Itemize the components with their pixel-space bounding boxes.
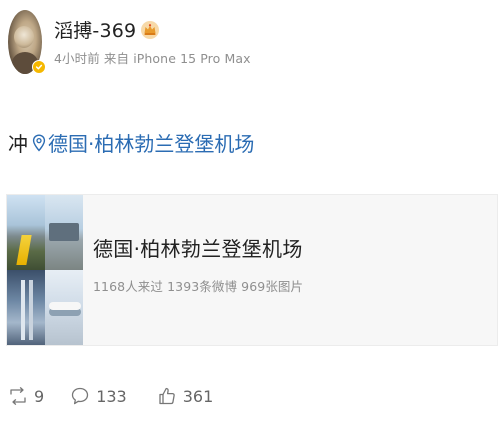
like-count: 361 — [182, 386, 214, 406]
location-pin-icon — [32, 133, 46, 151]
location-thumbnails — [7, 195, 83, 345]
repost-icon — [10, 387, 26, 405]
comment-count: 133 — [96, 386, 127, 406]
location-link-label: 德国·柏林勃兰登堡机场 — [48, 132, 255, 156]
post-timestamp-source: 4小时前 来自 iPhone 15 Pro Max — [54, 50, 251, 66]
post-text: 冲 — [8, 132, 28, 156]
like-button[interactable]: 361 — [157, 386, 214, 406]
repost-count: 9 — [34, 386, 45, 406]
username[interactable]: 滔搏-369 — [54, 16, 136, 43]
repost-button[interactable]: 9 — [8, 386, 44, 406]
location-link[interactable]: 德国·柏林勃兰登堡机场 — [32, 128, 254, 157]
verified-badge-icon — [32, 60, 46, 74]
like-icon — [159, 387, 175, 405]
thumbnail-aircraft — [45, 270, 83, 345]
location-card[interactable]: 德国·柏林勃兰登堡机场 1168人来过 1393条微博 969张图片 — [6, 194, 498, 346]
comment-icon — [72, 387, 89, 405]
thumbnail-terminal-aerial — [45, 195, 83, 270]
name-row: 滔搏-369 — [54, 16, 251, 44]
post-meta: 滔搏-369 4小时前 来自 iPhone 15 Pro Max — [54, 16, 251, 67]
location-card-title: 德国·柏林勃兰登堡机场 — [93, 237, 303, 261]
location-card-info: 德国·柏林勃兰登堡机场 1168人来过 1393条微博 969张图片 — [83, 195, 303, 345]
location-card-stats: 1168人来过 1393条微博 969张图片 — [93, 279, 304, 294]
post-body: 冲 德国·柏林勃兰登堡机场 — [8, 128, 254, 157]
thumbnail-terminal-interior — [7, 270, 45, 345]
comment-button[interactable]: 133 — [70, 386, 127, 406]
action-bar: 9 133 361 — [8, 386, 213, 406]
crown-icon — [141, 20, 160, 39]
post-header: 滔搏-369 4小时前 来自 iPhone 15 Pro Max — [8, 10, 251, 74]
thumbnail-runway — [7, 195, 45, 270]
avatar-container[interactable] — [8, 10, 46, 74]
